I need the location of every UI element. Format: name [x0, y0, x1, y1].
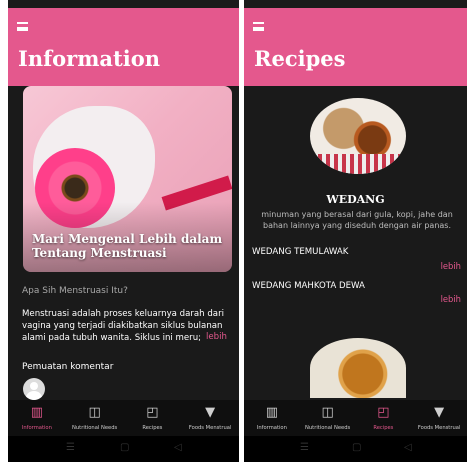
nav-item-information[interactable]: ▥ Information	[244, 400, 300, 436]
article-question: Apa Sih Menstruasi Itu?	[22, 286, 128, 296]
hamburger-menu-icon[interactable]	[253, 22, 264, 31]
nutrition-icon: ◫	[88, 405, 101, 420]
system-nav-bar: ☰ ▢ ◁	[244, 436, 467, 462]
bottom-nav: ▥ Information ◫ Nutritional Needs ◰ Reci…	[8, 400, 239, 436]
system-nav-bar: ☰ ▢ ◁	[8, 436, 239, 462]
home-icon[interactable]: ▢	[120, 442, 129, 453]
nutrition-icon: ◫	[321, 405, 334, 420]
ginger-tea-image[interactable]	[310, 338, 406, 398]
book-icon: ▥	[265, 405, 279, 420]
back-icon[interactable]: ◁	[174, 442, 182, 453]
read-more-link[interactable]: lebih	[441, 294, 461, 304]
nav-item-information[interactable]: ▥ Information	[8, 400, 66, 436]
hamburger-menu-icon[interactable]	[17, 22, 28, 31]
menu-icon[interactable]: ☰	[300, 442, 309, 453]
recipe-icon: ◰	[146, 405, 159, 420]
menu-icon[interactable]: ☰	[66, 442, 75, 453]
recipes-screen: Recipes WEDANG minuman yang berasal dari…	[244, 0, 467, 462]
wedang-image[interactable]	[310, 98, 406, 174]
avatar-icon	[23, 378, 45, 400]
recipe-icon: ◰	[377, 405, 390, 420]
featured-recipe-description: minuman yang berasal dari gula, kopi, ja…	[261, 210, 453, 230]
comments-loading-label: Pemuatan komentar	[22, 362, 114, 372]
nav-item-recipes[interactable]: ◰ Recipes	[356, 400, 412, 436]
read-more-link[interactable]: lebih	[441, 261, 461, 271]
article-card[interactable]: Mari Mengenal Lebih dalam Tentang Menstr…	[23, 86, 232, 272]
article-title: Mari Mengenal Lebih dalam Tentang Menstr…	[32, 232, 223, 260]
featured-recipe-title: WEDANG	[326, 193, 385, 206]
page-title: Recipes	[254, 46, 346, 71]
status-bar	[244, 0, 467, 8]
nav-item-nutritional-needs[interactable]: ◫ Nutritional Needs	[300, 400, 356, 436]
book-icon: ▥	[30, 405, 44, 420]
information-screen: Information Mari Mengenal Lebih dalam Te…	[8, 0, 239, 462]
nav-item-foods-menstrual[interactable]: ▼ Foods Menstrual	[411, 400, 467, 436]
bottom-nav: ▥ Information ◫ Nutritional Needs ◰ Reci…	[244, 400, 467, 436]
mortar-pestle-icon: ▼	[205, 405, 216, 420]
status-bar	[8, 0, 239, 8]
back-icon[interactable]: ◁	[404, 442, 412, 453]
mortar-pestle-icon: ▼	[434, 405, 445, 420]
read-more-link[interactable]: lebih	[206, 332, 227, 342]
nav-item-foods-menstrual[interactable]: ▼ Foods Menstrual	[181, 400, 239, 436]
app-header: Recipes	[244, 8, 467, 86]
page-title: Information	[18, 46, 160, 71]
recipe-item-title[interactable]: WEDANG MAHKOTA DEWA	[252, 281, 365, 291]
recipe-item-title[interactable]: WEDANG TEMULAWAK	[252, 247, 348, 257]
home-icon[interactable]: ▢	[352, 442, 361, 453]
nav-item-nutritional-needs[interactable]: ◫ Nutritional Needs	[66, 400, 124, 436]
nav-item-recipes[interactable]: ◰ Recipes	[124, 400, 182, 436]
app-header: Information	[8, 8, 239, 86]
